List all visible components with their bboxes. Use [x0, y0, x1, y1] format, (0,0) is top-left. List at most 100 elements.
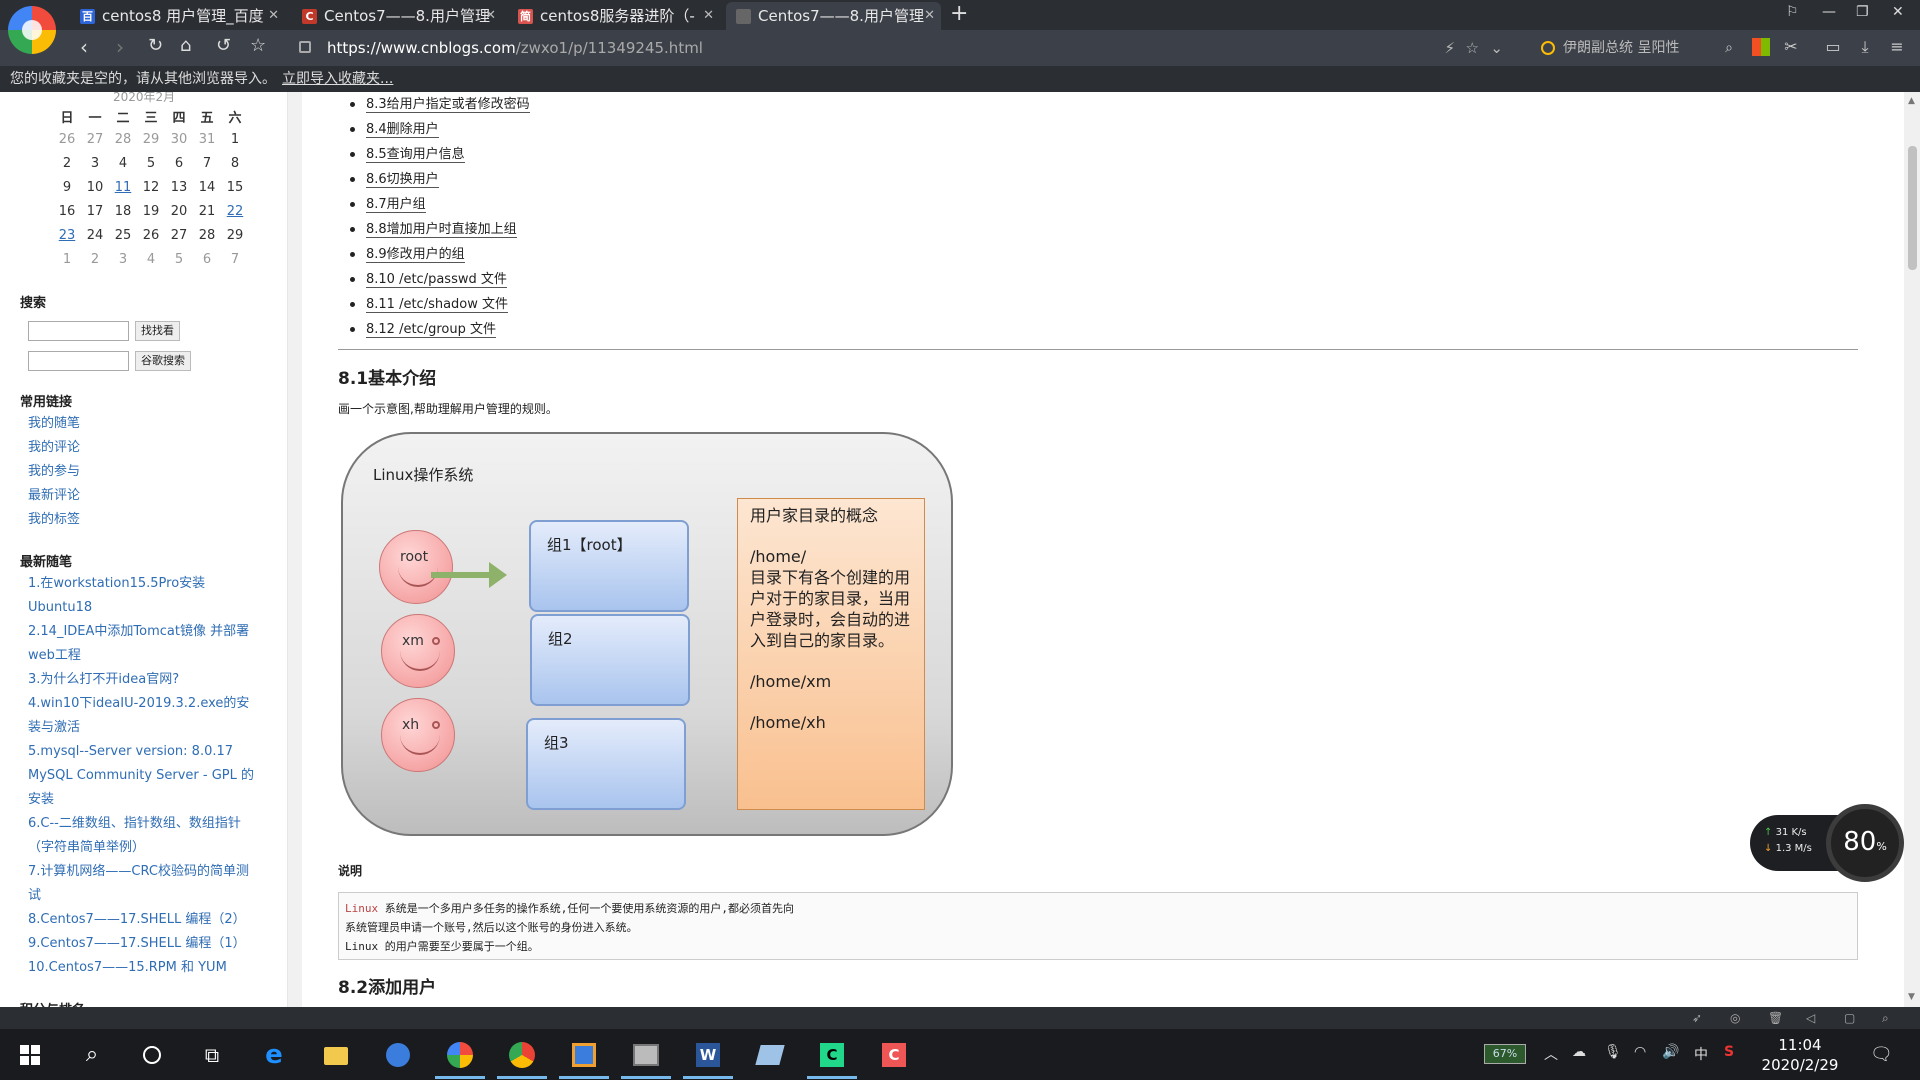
- recent-post-link[interactable]: 8.Centos7——17.SHELL 编程（2）: [28, 908, 268, 932]
- browser-logo-icon[interactable]: [8, 6, 56, 54]
- memory-gauge[interactable]: 80%: [1826, 804, 1904, 882]
- task-view-icon[interactable]: ⧉: [194, 1037, 230, 1073]
- tab-active[interactable]: Centos7——8.用户管理 ✕: [726, 2, 941, 30]
- tab-cnblogs-1[interactable]: C Centos7——8.用户管理 ✕: [292, 2, 502, 30]
- site-search-button[interactable]: 找找看: [135, 321, 180, 341]
- toc-link[interactable]: 8.4删除用户: [366, 122, 439, 138]
- toc-item[interactable]: 8.7用户组: [338, 192, 530, 217]
- scroll-up-icon[interactable]: ▲: [1908, 96, 1915, 106]
- tab-close-icon[interactable]: ✕: [703, 2, 714, 30]
- address-bar[interactable]: https://www.cnblogs.com/zwxo1/p/11349245…: [285, 35, 1515, 61]
- site-search-input[interactable]: [28, 321, 129, 341]
- home-icon[interactable]: ⌂: [180, 35, 191, 56]
- recent-post-link[interactable]: 9.Centos7——17.SHELL 编程（1）: [28, 932, 268, 956]
- cnblogs-app-icon[interactable]: C: [876, 1037, 912, 1073]
- google-search-input[interactable]: [28, 351, 129, 371]
- toc-item[interactable]: 8.11 /etc/shadow 文件: [338, 292, 530, 317]
- toc-item[interactable]: 8.10 /etc/passwd 文件: [338, 267, 530, 292]
- tab-jianshu[interactable]: 简 centos8服务器进阶（- ✕: [508, 2, 720, 30]
- toc-item[interactable]: 8.4删除用户: [338, 117, 530, 142]
- recent-post-link[interactable]: 装与激活: [28, 716, 268, 740]
- lightning-icon[interactable]: ⚡: [1444, 35, 1455, 61]
- file-explorer-icon[interactable]: [318, 1037, 354, 1073]
- link-my-tags[interactable]: 我的标签: [28, 508, 268, 532]
- sound-icon[interactable]: ◁: [1806, 1011, 1815, 1025]
- toc-link[interactable]: 8.12 /etc/group 文件: [366, 322, 496, 338]
- bookmark-star-icon[interactable]: ☆: [1466, 35, 1479, 61]
- cortana-icon[interactable]: [134, 1037, 170, 1073]
- forward-icon[interactable]: ›: [116, 35, 124, 59]
- recent-post-link[interactable]: 4.win10下ideaIU-2019.3.2.exe的安: [28, 692, 268, 716]
- toc-link[interactable]: 8.5查询用户信息: [366, 147, 465, 163]
- search-icon[interactable]: ⌕: [1725, 35, 1733, 61]
- google-search-button[interactable]: 谷歌搜索: [135, 351, 191, 371]
- restore-button[interactable]: ❐: [1856, 4, 1869, 20]
- recent-post-link[interactable]: 10.Centos7——15.RPM 和 YUM: [28, 956, 268, 980]
- chrome-icon[interactable]: [497, 1037, 547, 1079]
- calendar-day-link[interactable]: 23: [53, 223, 81, 247]
- link-latest-comments[interactable]: 最新评论: [28, 484, 268, 508]
- ime-indicator[interactable]: 中: [1694, 1044, 1708, 1064]
- tab-close-icon[interactable]: ✕: [924, 2, 935, 30]
- toc-item[interactable]: 8.9修改用户的组: [338, 242, 530, 267]
- link-my-participation[interactable]: 我的参与: [28, 460, 268, 484]
- toc-link[interactable]: 8.9修改用户的组: [366, 247, 465, 263]
- recent-post-link[interactable]: 安装: [28, 788, 268, 812]
- toc-link[interactable]: 8.3给用户指定或者修改密码: [366, 97, 530, 113]
- sogou-ime-icon[interactable]: S: [1724, 1044, 1734, 1060]
- notification-icon[interactable]: 🗨: [1870, 1044, 1893, 1065]
- window-icon[interactable]: ▢: [1844, 1011, 1855, 1025]
- favorite-star-icon[interactable]: ☆: [250, 35, 266, 56]
- tab-close-icon[interactable]: ✕: [485, 2, 496, 30]
- recent-post-link[interactable]: 7.计算机网络——CRC校验码的简单测: [28, 860, 268, 884]
- system-clock[interactable]: 11:04 2020/2/29: [1744, 1035, 1856, 1075]
- undo-close-icon[interactable]: ↺: [216, 35, 231, 56]
- toc-link[interactable]: 8.7用户组: [366, 197, 426, 213]
- link-my-comments[interactable]: 我的评论: [28, 436, 268, 460]
- recent-post-link[interactable]: 2.14_IDEA中添加Tomcat镜像 并部署: [28, 620, 268, 644]
- scissors-icon[interactable]: ✂: [1782, 38, 1800, 56]
- recent-post-link[interactable]: Ubuntu18: [28, 596, 268, 620]
- rocket-icon[interactable]: ➶: [1692, 1011, 1702, 1025]
- toc-item[interactable]: 8.12 /etc/group 文件: [338, 317, 530, 342]
- download-icon[interactable]: ⤓: [1856, 38, 1874, 56]
- recent-post-link[interactable]: 1.在workstation15.5Pro安装: [28, 572, 268, 596]
- onedrive-icon[interactable]: ☁: [1572, 1044, 1586, 1060]
- windows-start-icon[interactable]: [12, 1037, 48, 1073]
- scroll-thumb[interactable]: [1908, 146, 1917, 270]
- scroll-down-icon[interactable]: ▼: [1908, 992, 1915, 1002]
- calendar-day-link[interactable]: 22: [221, 199, 249, 223]
- globe-icon[interactable]: ◎: [1730, 1011, 1740, 1025]
- bookmark-menu-icon[interactable]: ⚐: [1786, 4, 1799, 20]
- close-window-button[interactable]: ✕: [1892, 4, 1904, 20]
- battery-indicator[interactable]: 67%: [1484, 1044, 1526, 1064]
- tab-baidu[interactable]: 百 centos8 用户管理_百度 ✕: [70, 2, 285, 30]
- recent-post-link[interactable]: 5.mysql--Server version: 8.0.17: [28, 740, 268, 764]
- microphone-icon[interactable]: 🎙: [1604, 1044, 1622, 1060]
- search-icon[interactable]: ⌕: [74, 1037, 110, 1073]
- battery-saver-icon[interactable]: ▭: [1824, 38, 1842, 56]
- recent-post-link[interactable]: MySQL Community Server - GPL 的: [28, 764, 268, 788]
- notepad-icon[interactable]: [752, 1037, 788, 1073]
- back-icon[interactable]: ‹: [80, 35, 88, 59]
- vertical-scrollbar[interactable]: ▲ ▼: [1904, 92, 1920, 1007]
- toc-item[interactable]: 8.5查询用户信息: [338, 142, 530, 167]
- wifi-icon[interactable]: ◠: [1634, 1044, 1646, 1060]
- word-icon[interactable]: W: [683, 1037, 733, 1079]
- toc-item[interactable]: 8.8增加用户时直接加上组: [338, 217, 530, 242]
- new-tab-button[interactable]: +: [950, 1, 968, 26]
- link-my-posts[interactable]: 我的随笔: [28, 412, 268, 436]
- recent-post-link[interactable]: 6.C--二维数组、指针数组、数组指针: [28, 812, 268, 836]
- tab-close-icon[interactable]: ✕: [268, 2, 279, 30]
- clock-app-icon[interactable]: [380, 1037, 416, 1073]
- zoom-icon[interactable]: ⌕: [1882, 1011, 1889, 1026]
- search-box[interactable]: 伊朗副总统 呈阳性 ⌕: [1533, 35, 1743, 61]
- show-hidden-icons-icon[interactable]: ︿: [1544, 1044, 1558, 1064]
- toc-link[interactable]: 8.6切换用户: [366, 172, 439, 188]
- reload-icon[interactable]: ↻: [148, 35, 163, 56]
- menu-icon[interactable]: ≡: [1888, 38, 1906, 56]
- minimize-button[interactable]: —: [1822, 4, 1836, 20]
- recent-post-link[interactable]: （字符串简单举例）: [28, 836, 268, 860]
- 360-browser-icon[interactable]: [435, 1037, 485, 1079]
- apps-icon[interactable]: [1752, 38, 1770, 56]
